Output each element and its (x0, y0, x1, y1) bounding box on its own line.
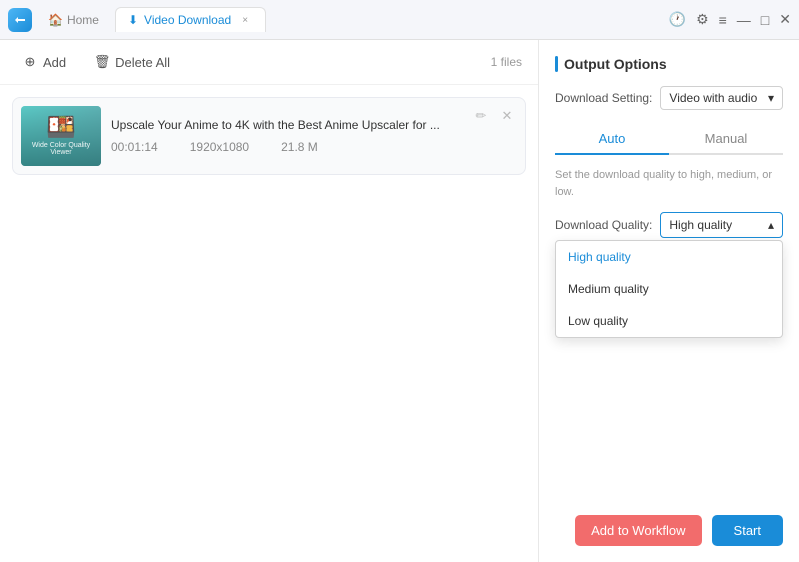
download-setting-label: Download Setting: (555, 91, 652, 105)
hint-text: Set the download quality to high, medium… (555, 167, 783, 200)
quality-value: High quality (669, 218, 732, 232)
tab-manual[interactable]: Manual (669, 124, 783, 153)
file-thumbnail: 🍱 Wide Color Quality Viewer (21, 106, 101, 166)
download-setting-select[interactable]: Video with audio ▾ (660, 86, 783, 110)
menu-icon[interactable]: ≡ (719, 12, 727, 28)
title-bar-left: 🏠 Home ⬇ Video Download × (8, 7, 669, 32)
quality-option-medium[interactable]: Medium quality (556, 273, 782, 305)
chevron-down-icon: ▾ (768, 91, 774, 105)
bottom-bar: Add to Workflow Start (555, 515, 783, 546)
file-duration: 00:01:14 (111, 140, 158, 154)
home-tab[interactable]: 🏠 Home (36, 9, 111, 31)
add-to-workflow-button[interactable]: Add to Workflow (575, 515, 701, 546)
minimize-button[interactable]: — (737, 12, 751, 28)
left-panel: ⊕ Add 🗑 Delete All 1 files 🍱 Wide Color … (0, 40, 539, 562)
file-meta: 00:01:14 1920x1080 21.8 M (111, 140, 517, 154)
trash-icon: 🗑 (94, 54, 110, 70)
quality-select[interactable]: High quality ▴ (660, 212, 783, 238)
main-layout: ⊕ Add 🗑 Delete All 1 files 🍱 Wide Color … (0, 40, 799, 562)
history-icon[interactable]: 🕐 (669, 11, 686, 28)
video-download-tab[interactable]: ⬇ Video Download × (115, 7, 266, 32)
quality-option-high[interactable]: High quality (556, 241, 782, 273)
settings-icon[interactable]: ⚙ (696, 11, 709, 28)
active-tab-label: Video Download (144, 13, 231, 27)
file-size: 21.8 M (281, 140, 318, 154)
file-title: Upscale Your Anime to 4K with the Best A… (111, 118, 517, 132)
file-resolution: 1920x1080 (190, 140, 249, 154)
files-count: 1 files (491, 55, 522, 69)
thumb-emoji: 🍱 (46, 116, 76, 140)
quality-label: Download Quality: (555, 218, 652, 232)
right-panel: Output Options Download Setting: Video w… (539, 40, 799, 562)
start-button[interactable]: Start (712, 515, 783, 546)
quality-tabs: Auto Manual (555, 124, 783, 155)
file-actions: ✏ ✕ (471, 106, 517, 126)
download-setting-value: Video with audio (669, 91, 757, 105)
tab-auto[interactable]: Auto (555, 124, 669, 153)
toolbar: ⊕ Add 🗑 Delete All 1 files (0, 40, 538, 85)
delete-all-button[interactable]: 🗑 Delete All (88, 50, 176, 74)
quality-row: Download Quality: High quality ▴ High qu… (555, 212, 783, 238)
quality-option-low[interactable]: Low quality (556, 305, 782, 337)
chevron-up-icon: ▴ (768, 218, 774, 232)
home-icon: 🏠 (48, 13, 63, 27)
close-button[interactable]: ✕ (779, 11, 791, 28)
file-item: 🍱 Wide Color Quality Viewer Upscale Your… (12, 97, 526, 175)
delete-label: Delete All (115, 55, 170, 70)
title-bar: 🏠 Home ⬇ Video Download × 🕐 ⚙ ≡ — □ ✕ (0, 0, 799, 40)
quality-dropdown: High quality Medium quality Low quality (555, 240, 783, 338)
edit-button[interactable]: ✏ (471, 106, 491, 126)
add-icon: ⊕ (22, 54, 38, 70)
output-options-title: Output Options (555, 56, 783, 72)
maximize-button[interactable]: □ (761, 12, 769, 28)
app-icon (8, 8, 32, 32)
remove-button[interactable]: ✕ (497, 106, 517, 126)
download-icon: ⬇ (128, 13, 138, 27)
title-bar-right: 🕐 ⚙ ≡ — □ ✕ (669, 11, 791, 28)
tab-close-button[interactable]: × (237, 12, 253, 28)
home-tab-label: Home (67, 13, 99, 27)
file-info: Upscale Your Anime to 4K with the Best A… (111, 118, 517, 154)
download-setting-row: Download Setting: Video with audio ▾ (555, 86, 783, 110)
add-button[interactable]: ⊕ Add (16, 50, 72, 74)
file-list: 🍱 Wide Color Quality Viewer Upscale Your… (0, 85, 538, 562)
add-label: Add (43, 55, 66, 70)
